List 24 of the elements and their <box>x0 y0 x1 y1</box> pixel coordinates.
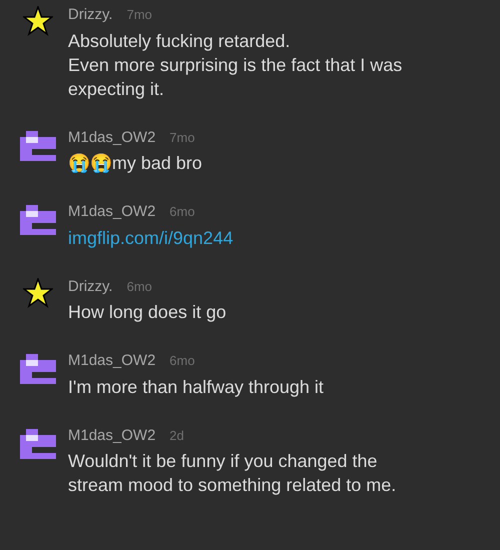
pixel-face-icon <box>20 354 56 384</box>
username[interactable]: M1das_OW2 <box>68 350 156 372</box>
comment-text: I'm more than halfway through it <box>68 376 324 398</box>
star-icon <box>23 6 53 36</box>
comment-text: Wouldn't it be funny if you changed the stream mood to something related to me. <box>68 450 396 497</box>
comment-text: How long does it go <box>68 301 226 324</box>
comment-text: Absolutely fucking retarded. Even more surprising is the fact that I was expecting it. <box>68 30 402 100</box>
timestamp: 6mo <box>170 352 195 370</box>
star-icon <box>23 278 53 308</box>
username[interactable]: Drizzy. <box>68 4 113 26</box>
pixel-face-icon <box>20 428 56 458</box>
pixel-face-icon <box>20 205 56 235</box>
username[interactable]: Drizzy. <box>68 276 113 298</box>
link[interactable]: imgflip.com/i/9qn244 <box>68 226 234 250</box>
pixel-face-icon <box>20 130 56 160</box>
username[interactable]: M1das_OW2 <box>68 201 156 224</box>
timestamp: 6mo <box>126 278 152 296</box>
timestamp: 7mo <box>170 128 195 146</box>
username[interactable]: M1das_OW2 <box>68 126 156 149</box>
timestamp: 7mo <box>126 6 152 24</box>
username[interactable]: M1das_OW2 <box>68 424 156 447</box>
timestamp: 6mo <box>170 203 195 221</box>
timestamp: 2d <box>170 426 184 444</box>
comment-text: 😭😭my bad bro <box>68 152 202 175</box>
